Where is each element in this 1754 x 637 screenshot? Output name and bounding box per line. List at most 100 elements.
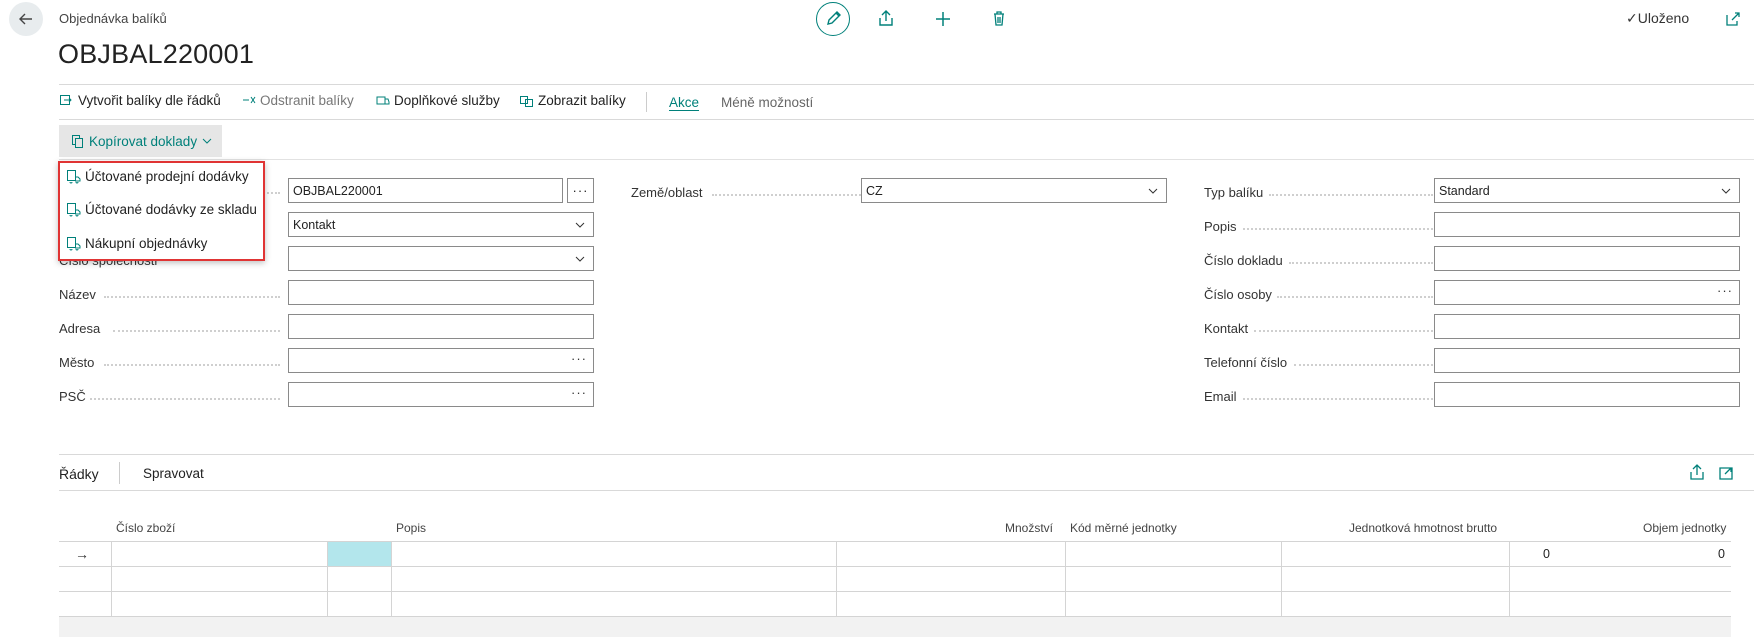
pencil-icon xyxy=(827,11,841,25)
person-no-field[interactable]: ··· xyxy=(1434,280,1740,305)
contact-label: Kontakt xyxy=(1204,321,1249,336)
email-field[interactable] xyxy=(1434,382,1740,407)
divider xyxy=(119,462,120,484)
phone-label: Telefonní číslo xyxy=(1204,355,1288,370)
col-header-uom[interactable]: Kód měrné jednotky xyxy=(1070,521,1177,535)
remove-packages-button[interactable]: Odstranit balíky xyxy=(241,93,354,108)
divider xyxy=(59,454,1754,455)
chevron-down-icon xyxy=(575,222,585,228)
expand-icon xyxy=(1719,467,1733,480)
field-leader xyxy=(113,330,280,332)
grid-line xyxy=(1281,542,1282,618)
address-field[interactable] xyxy=(288,314,594,339)
lines-grid: → 0 0 xyxy=(59,541,1731,618)
copy-documents-menu: Účtované prodejní dodávky Účtované dodáv… xyxy=(58,161,265,261)
lines-manage-button[interactable]: Spravovat xyxy=(143,466,204,481)
field-leader xyxy=(104,364,280,366)
arrow-left-icon xyxy=(19,13,32,25)
divider xyxy=(59,84,1754,85)
tab-akce[interactable]: Akce xyxy=(669,95,699,110)
field-leader xyxy=(1243,398,1433,400)
contact-field[interactable] xyxy=(1434,314,1740,339)
zip-field[interactable]: ··· xyxy=(288,382,594,407)
field-leader xyxy=(1243,228,1433,230)
company-no-select[interactable] xyxy=(288,246,594,271)
package-type-select[interactable]: Standard xyxy=(1434,178,1740,203)
no-field[interactable]: OBJBAL220001 xyxy=(288,178,563,203)
phone-field[interactable] xyxy=(1434,348,1740,373)
divider xyxy=(646,92,647,112)
grid-line xyxy=(327,542,328,618)
share-icon xyxy=(1690,464,1704,480)
package-type-label: Typ balíku xyxy=(1204,185,1264,200)
delete-button[interactable] xyxy=(986,6,1012,32)
saved-status: ✓Uloženo xyxy=(1626,10,1690,26)
unit-volume-cell[interactable]: 0 xyxy=(1665,547,1725,561)
table-row[interactable]: → 0 0 xyxy=(59,542,1731,567)
share-button[interactable] xyxy=(873,6,899,32)
divider xyxy=(59,119,1754,120)
grid-line xyxy=(391,542,392,618)
field-leader xyxy=(1294,364,1433,366)
country-select[interactable]: CZ xyxy=(861,178,1167,203)
col-header-quantity[interactable]: Množství xyxy=(1005,521,1053,535)
col-header-item-no[interactable]: Číslo zboží xyxy=(116,521,175,535)
check-icon: ✓ xyxy=(1626,10,1638,26)
selected-cell[interactable] xyxy=(327,542,391,566)
page-title: OBJBAL220001 xyxy=(58,39,255,69)
lines-share-button[interactable] xyxy=(1684,460,1710,486)
menu-item-posted-sales-shipments[interactable]: Účtované prodejní dodávky xyxy=(66,169,249,184)
ellipsis-icon[interactable]: ··· xyxy=(571,385,587,400)
name-field[interactable] xyxy=(288,280,594,305)
grid-line xyxy=(836,542,837,618)
table-row[interactable] xyxy=(59,567,1731,592)
lines-expand-button[interactable] xyxy=(1713,460,1739,486)
field-leader xyxy=(90,398,280,400)
no-lookup-button[interactable]: ··· xyxy=(567,178,594,203)
truck-document-icon xyxy=(67,170,81,184)
chevron-down-icon xyxy=(575,256,585,262)
menu-item-purchase-orders[interactable]: Nákupní objednávky xyxy=(66,236,207,251)
lines-title: Řádky xyxy=(59,466,99,482)
grid-line xyxy=(111,542,112,618)
open-window-icon xyxy=(1726,12,1740,26)
copy-documents-button[interactable]: Kopírovat doklady xyxy=(59,125,222,157)
additional-services-button[interactable]: Doplňkové služby xyxy=(375,93,500,108)
col-header-gross-weight[interactable]: Jednotková hmotnost brutto xyxy=(1349,521,1497,535)
address-label: Adresa xyxy=(59,321,101,336)
trash-icon xyxy=(994,11,1004,26)
edit-button[interactable] xyxy=(816,2,850,36)
city-field[interactable]: ··· xyxy=(288,348,594,373)
table-row[interactable] xyxy=(59,592,1731,617)
doc-no-field[interactable] xyxy=(1434,246,1740,271)
services-icon xyxy=(376,96,390,105)
grid-line xyxy=(1065,542,1066,618)
col-header-unit-volume[interactable]: Objem jednotky xyxy=(1643,521,1726,535)
doc-no-label: Číslo dokladu xyxy=(1204,253,1283,268)
city-label: Město xyxy=(59,355,95,370)
truck-document-icon xyxy=(67,203,81,217)
description-field[interactable] xyxy=(1434,212,1740,237)
open-new-window-button[interactable] xyxy=(1720,6,1746,32)
person-no-label: Číslo osoby xyxy=(1204,287,1272,302)
plus-icon xyxy=(936,12,950,26)
ellipsis-icon[interactable]: ··· xyxy=(571,351,587,366)
ellipsis-icon[interactable]: ··· xyxy=(1717,283,1733,298)
remove-icon xyxy=(243,96,256,104)
menu-item-posted-warehouse-shipments[interactable]: Účtované dodávky ze skladu xyxy=(66,202,257,217)
new-button[interactable] xyxy=(930,6,956,32)
field-leader xyxy=(1289,262,1433,264)
back-button[interactable] xyxy=(9,2,43,36)
field-leader xyxy=(712,194,861,196)
gross-weight-cell[interactable]: 0 xyxy=(1490,547,1550,561)
less-options-button[interactable]: Méně možností xyxy=(721,95,813,110)
field-leader xyxy=(1277,296,1433,298)
show-packages-button[interactable]: Zobrazit balíky xyxy=(519,93,626,108)
field-leader xyxy=(1269,194,1433,196)
col-header-description[interactable]: Popis xyxy=(396,521,426,535)
arrow-right-icon: → xyxy=(75,546,89,562)
type-select[interactable]: Kontakt xyxy=(288,212,594,237)
grid-line xyxy=(1509,542,1510,618)
truck-document-icon xyxy=(67,237,81,251)
create-packages-button[interactable]: Vytvořit balíky dle řádků xyxy=(59,93,221,108)
